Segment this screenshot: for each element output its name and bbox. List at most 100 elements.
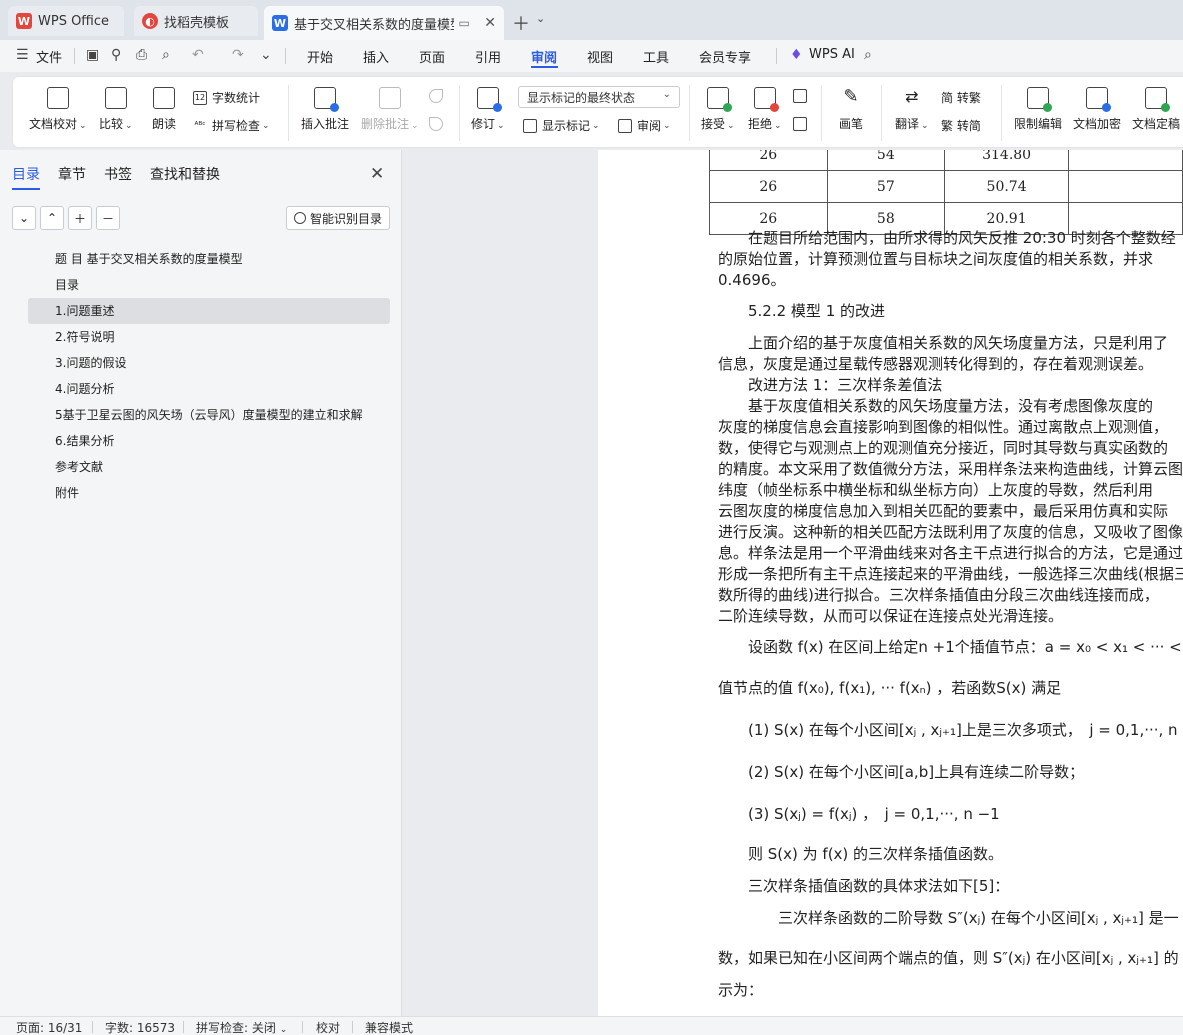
toc-item[interactable]: 6.结果分析 xyxy=(28,428,390,454)
print-icon[interactable]: ⎙ xyxy=(136,47,147,63)
menu-home[interactable]: 开始 xyxy=(307,47,333,66)
next-comment-icon[interactable] xyxy=(429,117,448,131)
body-line: 数所得的曲线)进行拟合。三次样条插值由分段三次曲线连接而成， xyxy=(718,586,1159,604)
save-icon[interactable]: ▣ xyxy=(86,47,99,63)
formula-line: (2) S(x) 在每个小区间[a,b]上具有连续二阶导数； xyxy=(718,763,1085,781)
prev-change-icon[interactable] xyxy=(793,89,812,103)
body-line: 改进方法 1：三次样条差值法 xyxy=(718,376,943,394)
menu-tools[interactable]: 工具 xyxy=(643,47,669,66)
menu-member[interactable]: 会员专享 xyxy=(699,47,751,66)
delete-comment-button[interactable]: 删除批注 ⌄ xyxy=(361,87,419,132)
reject-button[interactable]: 拒绝 ⌄ xyxy=(748,87,782,132)
to-simplified-button[interactable]: 繁 转简 xyxy=(941,117,981,134)
menu-view[interactable]: 视图 xyxy=(587,47,613,66)
smart-toc-button[interactable]: 智能识别目录 xyxy=(286,206,390,230)
menu-bar: ☰ 文件 ▣ ⚲ ⎙ ⌕ ↶ ↷ ⌄ 开始 插入 页面 引用 审阅 视图 工具 … xyxy=(0,40,1183,72)
compare-button[interactable]: 比较 ⌄ xyxy=(99,87,133,132)
toc-item[interactable]: 附件 xyxy=(28,480,390,506)
close-icon[interactable]: ✕ xyxy=(370,164,384,184)
restrict-edit-button[interactable]: 限制编辑 xyxy=(1014,87,1062,132)
read-aloud-button[interactable]: 朗读 xyxy=(152,87,176,132)
table-cell: 50.74 xyxy=(944,170,1070,203)
proofread-button[interactable]: 文档校对 ⌄ xyxy=(29,87,87,132)
next-change-icon[interactable] xyxy=(793,117,812,131)
menu-page[interactable]: 页面 xyxy=(419,47,445,66)
wps-ai-icon[interactable]: ♦ xyxy=(790,47,803,63)
more-icon[interactable]: ⌄ xyxy=(260,47,272,63)
toc-item[interactable]: 参考文献 xyxy=(28,454,390,480)
insert-comment-button[interactable]: 插入批注 xyxy=(301,87,349,132)
redo-icon[interactable]: ↷ xyxy=(232,47,244,63)
review-pane-button[interactable]: 审阅 ⌄ xyxy=(618,117,671,134)
track-changes-button[interactable]: 修订 ⌄ xyxy=(471,87,505,132)
spell-check-status[interactable]: 拼写检查: 关闭 ⌄ xyxy=(196,1019,287,1035)
menu-review[interactable]: 审阅 xyxy=(531,47,557,66)
divider xyxy=(183,1021,184,1033)
accept-button[interactable]: 接受 ⌄ xyxy=(701,87,735,132)
body-line: 上面介绍的基于灰度值相关系数的风矢场度量方法，只是利用了 xyxy=(718,334,1169,352)
hamburger-icon[interactable]: ☰ xyxy=(16,47,29,63)
menu-file[interactable]: 文件 xyxy=(36,47,62,66)
markup-state-value: 显示标记的最终状态 xyxy=(527,91,636,105)
translate-button[interactable]: ⇄ 翻译 ⌄ xyxy=(895,87,929,132)
body-line: 云图灰度的梯度信息加入到相关匹配的要素中，最后采用仿真和实际 xyxy=(718,502,1169,520)
tab-wps-office[interactable]: W WPS Office xyxy=(8,6,124,36)
table-cell: 314.80 xyxy=(944,150,1070,171)
spell-check-button[interactable]: ᴬᴮᶜ 拼写检查 ⌄ xyxy=(193,117,269,134)
reject-icon xyxy=(753,87,779,112)
lock-icon xyxy=(1027,87,1052,112)
to-traditional-label: 简 转繁 xyxy=(941,91,981,105)
add-heading-button[interactable]: ＋ xyxy=(68,206,92,230)
markup-state-select[interactable]: 显示标记的最终状态 ⌄ xyxy=(518,86,680,108)
body-line: 的原始位置，计算预测位置与目标块之间灰度值的相关系数，并求 xyxy=(718,250,1154,268)
prev-comment-icon[interactable] xyxy=(429,89,448,103)
toc-item[interactable]: 3.问题的假设 xyxy=(28,350,390,376)
collapse-up-button[interactable]: ⌃ xyxy=(40,206,64,230)
to-traditional-button[interactable]: 简 转繁 xyxy=(941,89,981,106)
smart-toc-label: 智能识别目录 xyxy=(309,211,382,226)
menu-references[interactable]: 引用 xyxy=(475,47,501,66)
nav-tab-sections[interactable]: 章节 xyxy=(58,164,86,190)
print-preview-icon[interactable]: ⌕ xyxy=(162,47,170,63)
show-markup-button[interactable]: 显示标记 ⌄ xyxy=(523,117,600,134)
translate-label: 翻译 xyxy=(895,117,920,131)
finalize-button[interactable]: 文档定稿 xyxy=(1132,87,1180,132)
nav-tab-bookmarks[interactable]: 书签 xyxy=(104,164,132,190)
word-count-indicator[interactable]: 字数: 16573 xyxy=(105,1019,175,1035)
pen-button[interactable]: ✎ 画笔 xyxy=(839,87,863,132)
proof-status[interactable]: 校对 xyxy=(316,1019,340,1035)
page-indicator[interactable]: 页面: 16/31 xyxy=(16,1019,82,1035)
document-page[interactable]: 26 54 314.80 26 57 50.74 26 58 20.91 在题目… xyxy=(598,150,1183,1016)
body-line: 的精度。本文采用了数值微分方法，采用样条法来构造曲线，计算云图 xyxy=(718,460,1183,478)
toc-item[interactable]: 目录 xyxy=(28,272,390,298)
undo-icon[interactable]: ↶ xyxy=(192,47,204,63)
new-tab-icon[interactable]: ＋ xyxy=(512,10,530,36)
tab-current-document[interactable]: W 基于交叉相关系数的度量模型 ▭ ✕ xyxy=(264,6,504,40)
search-icon[interactable]: ⌕ xyxy=(864,47,872,63)
body-line: 基于灰度值相关系数的风矢场度量方法，没有考虑图像灰度的 xyxy=(718,397,1154,415)
menu-wps-ai[interactable]: WPS AI xyxy=(809,47,855,62)
toc-item[interactable]: 题 目 基于交叉相关系数的度量模型 xyxy=(28,246,390,272)
divider xyxy=(689,85,690,141)
monitor-icon[interactable]: ▭ xyxy=(458,16,469,30)
nav-tab-find-replace[interactable]: 查找和替换 xyxy=(150,164,220,190)
tab-docer-templates[interactable]: ◐ 找稻壳模板 xyxy=(134,6,258,36)
expand-down-button[interactable]: ⌄ xyxy=(12,206,36,230)
toc-item[interactable]: 4.问题分析 xyxy=(28,376,390,402)
divider xyxy=(285,48,286,64)
share-icon[interactable]: ⚲ xyxy=(111,47,121,63)
word-count-button[interactable]: 12 字数统计 xyxy=(193,89,260,106)
toc-item[interactable]: 2.符号说明 xyxy=(28,324,390,350)
review-pane-label: 审阅 xyxy=(637,119,662,133)
toc-item[interactable]: 5基于卫星云图的风矢场（云导风）度量模型的建立和求解 xyxy=(28,402,390,428)
formula-line: (3) S(xⱼ) = f(xⱼ) ， j = 0,1,···, n −1 xyxy=(718,805,1000,823)
menu-insert[interactable]: 插入 xyxy=(363,47,389,66)
close-icon[interactable]: ✕ xyxy=(484,15,496,31)
chevron-down-icon[interactable]: ⌄ xyxy=(536,12,545,25)
toc-item-selected[interactable]: 1.问题重述 xyxy=(28,298,390,324)
remove-heading-button[interactable]: － xyxy=(96,206,120,230)
formula-line: (1) S(x) 在每个小区间[xⱼ , xⱼ₊₁]上是三次多项式， j = 0… xyxy=(718,721,1183,739)
nav-tab-toc[interactable]: 目录 xyxy=(12,164,40,190)
proofread-label: 文档校对 xyxy=(29,117,78,131)
encrypt-button[interactable]: 文档加密 xyxy=(1073,87,1121,132)
